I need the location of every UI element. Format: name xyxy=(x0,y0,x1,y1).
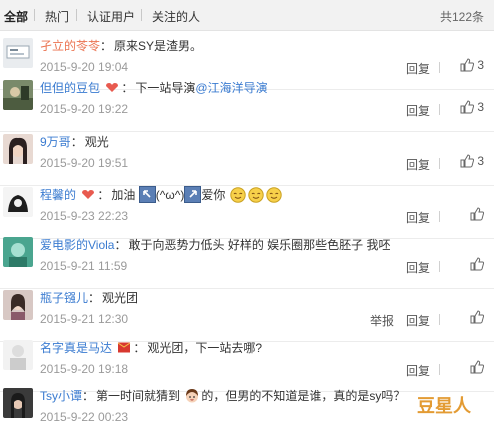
comment-timestamp: 2015-9-20 19:04 xyxy=(40,60,129,74)
comment-item: 但但的豆包 ：下一站导演@江海洋导演 2015-9-20 19:22 回复 3 xyxy=(0,73,494,132)
comment-text: 第一时间就猜到 xyxy=(96,389,181,403)
comment-text: 原来SY是渣男。 xyxy=(114,39,203,53)
arrow-emoticon-icon xyxy=(184,186,202,203)
comment-timestamp: 2015-9-20 19:18 xyxy=(40,362,129,376)
comment-username[interactable]: 但但的豆包 xyxy=(40,81,100,95)
avatar[interactable] xyxy=(3,388,33,418)
thumbs-up-icon xyxy=(460,100,475,114)
comment-username[interactable]: 瓶子镪儿 xyxy=(40,291,88,305)
arrow-emoticon-icon xyxy=(138,186,156,203)
comment-total-count: 共122条 xyxy=(439,10,484,24)
avatar[interactable] xyxy=(3,134,33,164)
reply-button[interactable]: 回复 xyxy=(406,312,430,329)
comment-timestamp: 2015-9-22 00:23 xyxy=(40,410,129,424)
comment-username[interactable]: 爱电影的Viola xyxy=(40,238,114,252)
thumbs-up-icon xyxy=(470,207,485,221)
action-divider xyxy=(439,211,440,222)
thumbs-up-icon xyxy=(470,310,485,324)
report-button[interactable]: 举报 xyxy=(370,312,394,329)
action-divider xyxy=(439,364,440,375)
avatar[interactable] xyxy=(3,187,33,217)
avatar[interactable] xyxy=(3,80,33,110)
action-divider xyxy=(439,261,440,272)
like-count: 3 xyxy=(477,154,484,168)
comment-text: 观光团 xyxy=(102,291,139,305)
avatar[interactable] xyxy=(3,340,33,370)
comment-timestamp: 2015-9-23 22:23 xyxy=(40,209,129,223)
kaomoji-text: (^ω^) xyxy=(155,188,185,202)
watermark-text: 豆星人 xyxy=(417,396,472,417)
reply-button[interactable]: 回复 xyxy=(406,362,430,379)
like-button[interactable] xyxy=(470,257,485,271)
smiley-emoticon-icon xyxy=(248,187,264,203)
smiley-emoticon-icon xyxy=(230,187,246,203)
comment-timestamp: 2015-9-20 19:51 xyxy=(40,156,129,170)
like-button[interactable]: 3 xyxy=(460,58,484,72)
red-envelope-icon xyxy=(118,342,131,353)
comment-text-tail: 的，但男的不知道是谁，真的是sy吗？ xyxy=(201,389,406,403)
thumbs-up-icon xyxy=(470,257,485,271)
tab-following[interactable]: 关注的人 xyxy=(152,8,200,25)
comment-username[interactable]: 9万哥 xyxy=(40,135,71,149)
action-divider xyxy=(439,158,440,169)
tab-divider xyxy=(76,9,77,21)
reply-button[interactable]: 回复 xyxy=(406,209,430,226)
tab-hot[interactable]: 热门 xyxy=(45,8,69,25)
reply-button[interactable]: 回复 xyxy=(406,156,430,173)
tab-verified-users[interactable]: 认证用户 xyxy=(87,8,135,25)
like-button[interactable] xyxy=(470,310,485,324)
comment-timestamp: 2015-9-21 11:59 xyxy=(40,259,128,273)
like-button[interactable]: 3 xyxy=(460,154,484,168)
smiley-emoticon-icon xyxy=(266,187,282,203)
thumbs-up-icon xyxy=(460,58,475,72)
comment-text: 观光团，下一站去哪? xyxy=(147,341,263,355)
like-button[interactable]: 3 xyxy=(460,100,484,114)
like-button[interactable] xyxy=(470,207,485,221)
avatar[interactable] xyxy=(3,237,33,267)
comment-text: 观光 xyxy=(84,135,109,149)
like-button[interactable] xyxy=(470,360,485,374)
mention-link[interactable]: @江海洋导演 xyxy=(195,81,267,95)
comment-username[interactable]: Tsy小谭 xyxy=(40,389,82,403)
comment-text: 加油 xyxy=(111,188,136,202)
member-badge-icon xyxy=(106,83,119,92)
action-divider xyxy=(439,62,440,73)
tab-all[interactable]: 全部 xyxy=(4,8,28,25)
thumbs-up-icon xyxy=(460,154,475,168)
tab-divider xyxy=(34,9,35,21)
comment-text: 下一站导演 xyxy=(135,81,196,95)
action-divider xyxy=(439,104,440,115)
avatar[interactable] xyxy=(3,290,33,320)
comment-username[interactable]: 孑立的苓苓 xyxy=(40,39,100,53)
comment-filter-tabs: 全部 热门 认证用户 关注的人 共122条 xyxy=(0,0,494,31)
site-watermark-logo: 豆星人 xyxy=(398,392,490,418)
comment-username[interactable]: 程馨的 xyxy=(40,188,76,202)
comment-username[interactable]: 名字真是马达 xyxy=(40,341,112,355)
comment-text: 敢于向恶势力低头 好样的 娱乐圈那些色胚子 我呸 xyxy=(128,238,391,252)
comment-item: 9万哥： 观光 2015-9-20 19:51 回复 3 xyxy=(0,127,494,186)
avatar[interactable] xyxy=(3,38,33,68)
comment-timestamp: 2015-9-20 19:22 xyxy=(40,102,129,116)
like-count: 3 xyxy=(477,58,484,72)
reply-button[interactable]: 回复 xyxy=(406,102,430,119)
thumbs-up-icon xyxy=(470,360,485,374)
comment-timestamp: 2015-9-21 12:30 xyxy=(40,312,129,326)
member-badge-icon xyxy=(82,190,95,199)
tab-divider xyxy=(141,9,142,21)
reply-button[interactable]: 回复 xyxy=(406,259,430,276)
action-divider xyxy=(439,314,440,325)
like-count: 3 xyxy=(477,100,484,114)
girl-emoticon-icon xyxy=(186,389,199,403)
comment-text-tail: 爱你 xyxy=(201,188,226,202)
comment-item: 爱电影的Viola： 敢于向恶势力低头 好样的 娱乐圈那些色胚子 我呸 2015-… xyxy=(0,230,494,289)
